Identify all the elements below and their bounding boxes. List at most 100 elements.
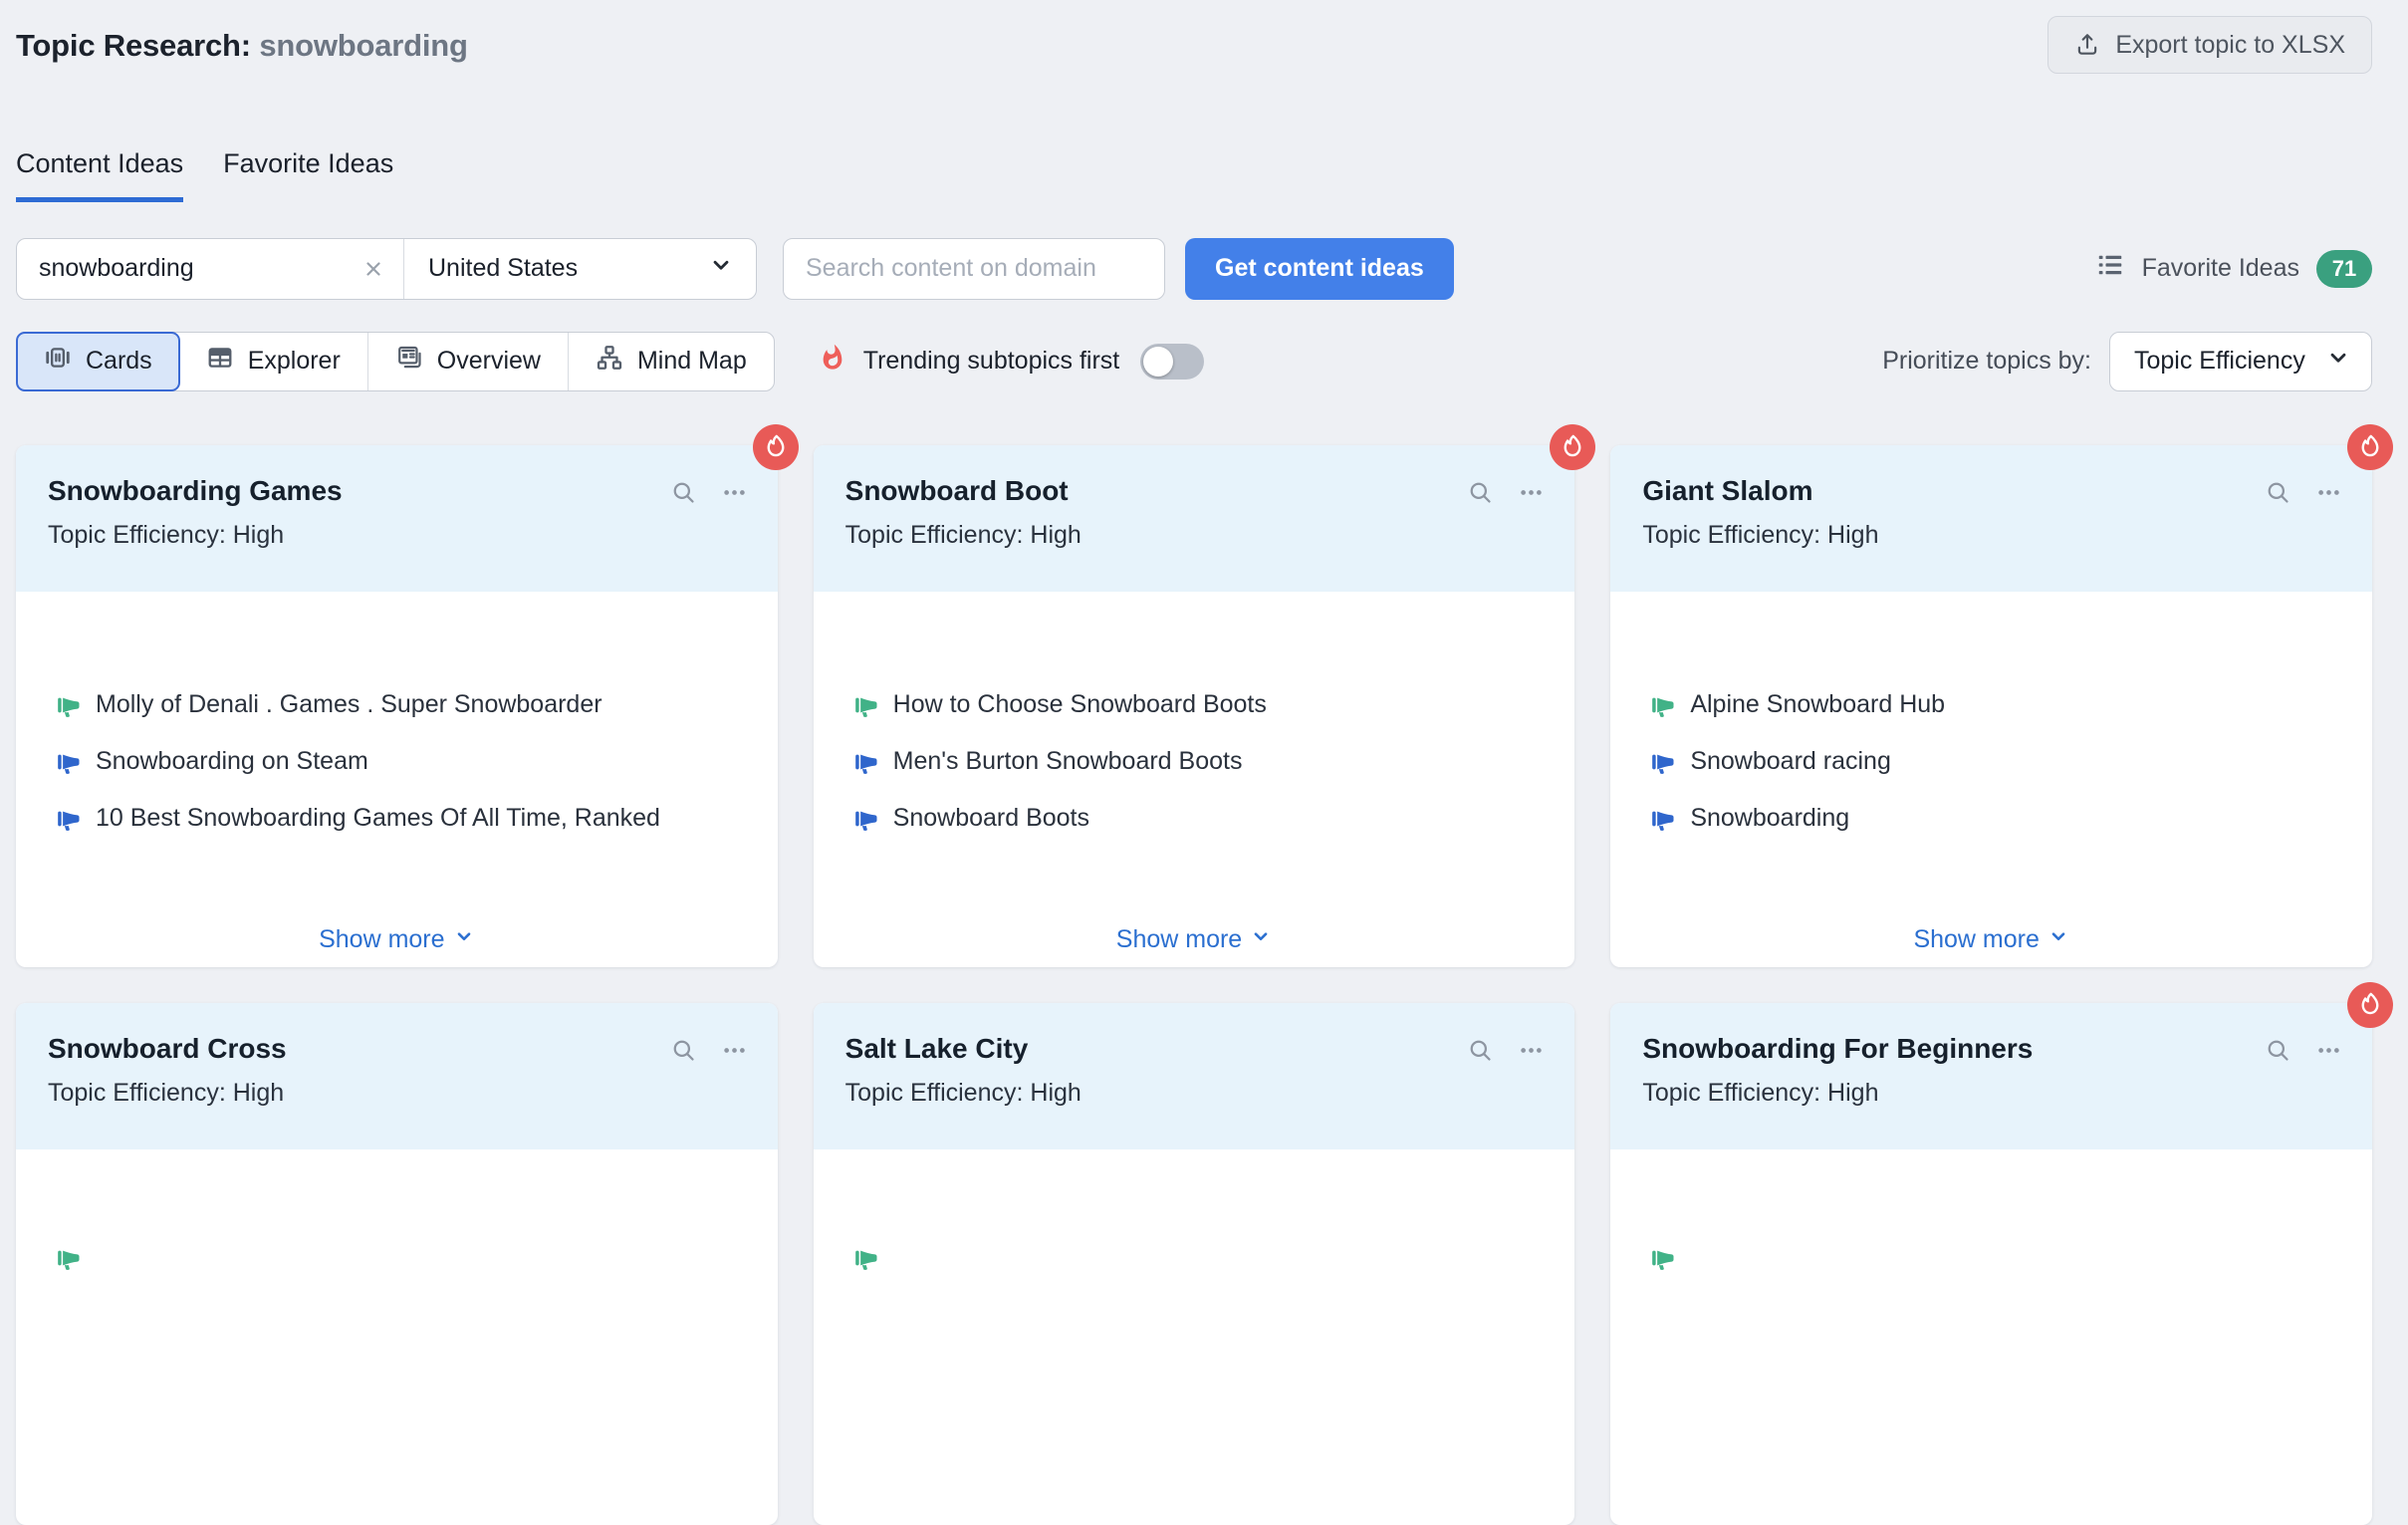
idea-item[interactable]: Snowboard Boots xyxy=(853,805,1546,833)
cards-icon xyxy=(44,344,72,379)
view-tab-overview[interactable]: Overview xyxy=(368,333,569,390)
ellipsis-menu-icon[interactable] xyxy=(1518,1037,1545,1064)
export-icon xyxy=(2074,32,2100,58)
view-tab-label: Cards xyxy=(86,347,152,376)
topic-card: Snowboarding Games Topic Efficiency: Hig… xyxy=(16,445,778,967)
trending-subtopics-label: Trending subtopics first xyxy=(863,347,1120,376)
view-switcher: Cards Explorer Overview Mind Map xyxy=(16,332,775,391)
tab-favorite-ideas[interactable]: Favorite Ideas xyxy=(223,148,393,202)
view-tab-mind-map[interactable]: Mind Map xyxy=(569,333,774,390)
idea-item[interactable]: How to Choose Snowboard Boots xyxy=(853,691,1546,719)
card-title[interactable]: Giant Slalom xyxy=(1642,475,1878,507)
view-tab-label: Explorer xyxy=(248,347,341,376)
card-title[interactable]: Snowboarding For Beginners xyxy=(1642,1033,2033,1065)
chevron-down-icon xyxy=(453,925,475,954)
domain-search-input[interactable] xyxy=(783,238,1165,300)
page-header: Topic Research: snowboarding Export topi… xyxy=(16,16,2372,85)
show-more-link[interactable]: Show more xyxy=(1610,925,2372,954)
chevron-down-icon xyxy=(708,252,734,285)
trending-subtopics-toggle[interactable] xyxy=(1140,344,1204,380)
card-actions xyxy=(670,475,748,592)
idea-item[interactable]: Molly of Denali . Games . Super Snowboar… xyxy=(56,691,748,719)
card-body: How to Choose Snowboard Boots Men's Burt… xyxy=(814,592,1575,967)
card-header-text: Snowboarding For Beginners Topic Efficie… xyxy=(1642,1033,2033,1149)
ellipsis-menu-icon[interactable] xyxy=(721,1037,748,1064)
search-icon[interactable] xyxy=(1467,1037,1494,1064)
view-toolbar: Cards Explorer Overview Mind Map Trendin… xyxy=(16,332,2372,391)
idea-item[interactable]: Snowboarding on Steam xyxy=(56,748,748,776)
page-title: Topic Research: snowboarding xyxy=(16,28,468,64)
idea-list: How to Choose Snowboard Boots Men's Burt… xyxy=(814,592,1575,833)
card-title[interactable]: Salt Lake City xyxy=(845,1033,1082,1065)
card-header-text: Snowboard Cross Topic Efficiency: High xyxy=(48,1033,287,1149)
chevron-down-icon xyxy=(2325,345,2351,378)
cards-grid: Snowboarding Games Topic Efficiency: Hig… xyxy=(16,445,2372,1525)
show-more-label: Show more xyxy=(1116,925,1242,954)
idea-item[interactable]: Alpine Snowboard Hub xyxy=(1650,691,2342,719)
card-header-text: Snowboard Boot Topic Efficiency: High xyxy=(845,475,1082,592)
query-group: United States xyxy=(16,238,757,300)
card-title[interactable]: Snowboarding Games xyxy=(48,475,343,507)
view-tab-label: Overview xyxy=(437,347,541,376)
prioritize-select[interactable]: Topic Efficiency xyxy=(2109,332,2372,391)
prioritize-label: Prioritize topics by: xyxy=(1882,347,2091,376)
trending-subtopics-control: Trending subtopics first xyxy=(819,344,1205,380)
card-title[interactable]: Snowboard Cross xyxy=(48,1033,287,1065)
idea-item-text: Snowboard racing xyxy=(1690,747,1891,776)
chevron-down-icon xyxy=(1250,925,1272,954)
megaphone-icon-peek xyxy=(56,1245,82,1276)
idea-item-text: Men's Burton Snowboard Boots xyxy=(893,747,1243,776)
export-topic-button[interactable]: Export topic to XLSX xyxy=(2047,16,2372,74)
megaphone-icon xyxy=(1650,692,1676,718)
idea-list xyxy=(16,1149,778,1249)
overview-icon xyxy=(395,344,423,379)
close-icon[interactable] xyxy=(361,257,385,281)
megaphone-icon xyxy=(853,806,879,832)
show-more-label: Show more xyxy=(319,925,444,954)
megaphone-icon-peek xyxy=(1650,1245,1676,1276)
idea-item[interactable]: Men's Burton Snowboard Boots xyxy=(853,748,1546,776)
favorite-ideas-link[interactable]: Favorite Ideas 71 xyxy=(2095,250,2372,288)
megaphone-icon xyxy=(1650,806,1676,832)
favorite-ideas-label: Favorite Ideas xyxy=(2142,254,2299,283)
topic-research-page: Topic Research: snowboarding Export topi… xyxy=(0,0,2408,1525)
get-content-ideas-button[interactable]: Get content ideas xyxy=(1185,238,1454,300)
topic-query-input[interactable] xyxy=(37,253,361,284)
idea-item-text: Snowboard Boots xyxy=(893,804,1089,833)
idea-item-text: How to Choose Snowboard Boots xyxy=(893,690,1267,719)
card-title[interactable]: Snowboard Boot xyxy=(845,475,1082,507)
card-header: Snowboard Boot Topic Efficiency: High xyxy=(814,445,1575,592)
card-body xyxy=(814,1149,1575,1525)
page-title-topic: snowboarding xyxy=(259,28,467,63)
search-icon[interactable] xyxy=(670,1037,697,1064)
search-icon[interactable] xyxy=(1467,479,1494,506)
toggle-knob xyxy=(1143,347,1173,377)
query-input-wrap xyxy=(17,239,404,299)
megaphone-icon xyxy=(56,749,82,775)
tab-content-ideas[interactable]: Content Ideas xyxy=(16,148,183,202)
idea-item[interactable]: Snowboard racing xyxy=(1650,748,2342,776)
card-actions xyxy=(2265,1033,2342,1149)
idea-item[interactable]: 10 Best Snowboarding Games Of All Time, … xyxy=(56,805,748,833)
search-icon[interactable] xyxy=(2265,1037,2291,1064)
idea-list: Alpine Snowboard Hub Snowboard racing Sn… xyxy=(1610,592,2372,833)
view-tab-explorer[interactable]: Explorer xyxy=(179,333,368,390)
topic-card: Giant Slalom Topic Efficiency: High Alpi… xyxy=(1610,445,2372,967)
idea-item[interactable]: Snowboarding xyxy=(1650,805,2342,833)
page-title-label: Topic Research: xyxy=(16,28,251,63)
ellipsis-menu-icon[interactable] xyxy=(721,479,748,506)
search-icon[interactable] xyxy=(670,479,697,506)
idea-item-text: Snowboarding on Steam xyxy=(96,747,368,776)
idea-list: Molly of Denali . Games . Super Snowboar… xyxy=(16,592,778,833)
view-tab-cards[interactable]: Cards xyxy=(16,332,180,391)
ellipsis-menu-icon[interactable] xyxy=(2315,479,2342,506)
show-more-link[interactable]: Show more xyxy=(814,925,1575,954)
megaphone-icon xyxy=(56,806,82,832)
card-header: Snowboarding For Beginners Topic Efficie… xyxy=(1610,1003,2372,1149)
ellipsis-menu-icon[interactable] xyxy=(1518,479,1545,506)
view-tab-label: Mind Map xyxy=(637,347,747,376)
region-select[interactable]: United States xyxy=(404,239,756,299)
show-more-link[interactable]: Show more xyxy=(16,925,778,954)
search-icon[interactable] xyxy=(2265,479,2291,506)
ellipsis-menu-icon[interactable] xyxy=(2315,1037,2342,1064)
